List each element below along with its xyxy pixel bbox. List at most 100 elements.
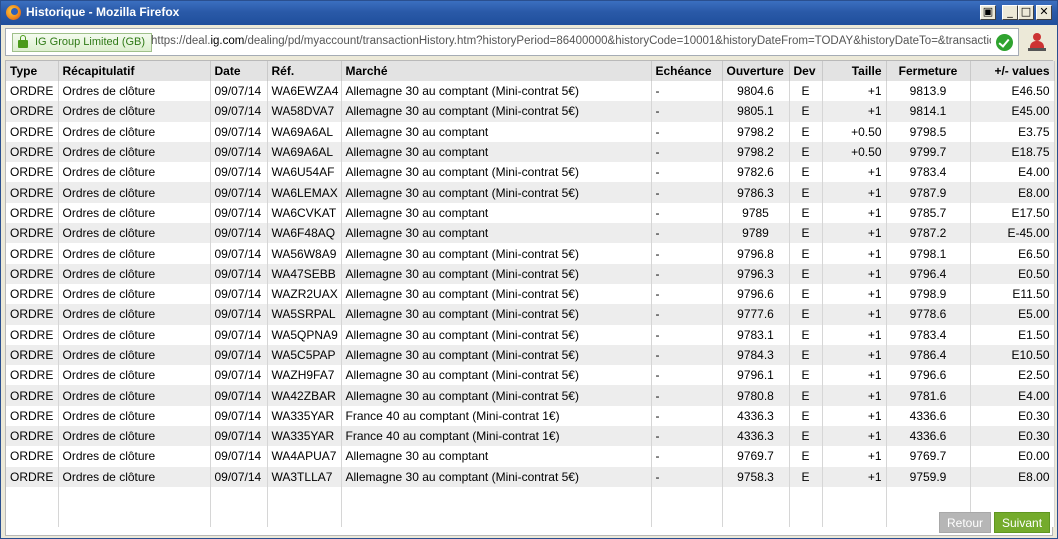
maximize-button[interactable]: □ <box>1018 5 1034 20</box>
table-row[interactable]: ORDRE Ordres de clôture 09/07/14 WA335YAR Fr… <box>6 405 1055 427</box>
table-cell: WA58DVA7 <box>267 101 342 122</box>
column-header[interactable]: Echéance <box>651 61 723 81</box>
table-cell: Ordres de clôture <box>58 141 211 163</box>
table-cell: Ordres de clôture <box>58 283 211 305</box>
table-cell: 9798.2 <box>722 121 790 142</box>
table-cell: E <box>789 283 823 305</box>
table-cell: +1 <box>822 182 887 203</box>
table-cell: 9777.6 <box>722 304 790 325</box>
empty-cell <box>58 486 211 527</box>
table-cell: - <box>651 466 723 487</box>
table-cell: - <box>651 121 723 142</box>
table-cell: Allemagne 30 au comptant <box>341 446 652 467</box>
column-header[interactable]: Type <box>6 61 59 81</box>
table-row[interactable]: ORDRE Ordres de clôture 09/07/14 WA335YAR Fr… <box>6 426 1055 447</box>
table-cell: ORDRE <box>6 426 59 447</box>
table-row[interactable]: ORDRE Ordres de clôture 09/07/14 WA6EWZA4 Al… <box>6 81 1055 102</box>
table-row[interactable]: ORDRE Ordres de clôture 09/07/14 WA56W8A9 Al… <box>6 243 1055 264</box>
table-cell: 09/07/14 <box>210 365 268 386</box>
table-row[interactable]: ORDRE Ordres de clôture 09/07/14 WA5QPNA9 Al… <box>6 324 1055 345</box>
table-row[interactable]: ORDRE Ordres de clôture 09/07/14 WA69A6AL Al… <box>6 141 1055 163</box>
column-header[interactable]: Marché <box>341 61 652 81</box>
table-cell: E <box>789 324 823 345</box>
column-header[interactable]: Ouverture <box>722 61 790 81</box>
column-header[interactable]: Taille <box>822 61 887 81</box>
column-header[interactable]: Date <box>210 61 268 81</box>
table-row[interactable]: ORDRE Ordres de clôture 09/07/14 WA5C5PAP Al… <box>6 344 1055 366</box>
url-text[interactable]: https://deal.ig.com/dealing/pd/myaccount… <box>151 35 991 47</box>
table-row[interactable]: ORDRE Ordres de clôture 09/07/14 WA6CVKAT Al… <box>6 202 1055 224</box>
table-row[interactable]: ORDRE Ordres de clôture 09/07/14 WA6F48AQ Al… <box>6 223 1055 244</box>
table-cell: WA69A6AL <box>267 121 342 142</box>
table-cell: E3.75 <box>970 121 1055 142</box>
table-cell: 09/07/14 <box>210 202 268 224</box>
table-cell: 9814.1 <box>886 101 971 122</box>
retour-button[interactable]: Retour <box>939 512 992 533</box>
verified-check-icon[interactable] <box>996 34 1013 51</box>
table-cell: E <box>789 162 823 183</box>
empty-cell <box>267 486 342 527</box>
table-cell: E10.50 <box>970 344 1055 366</box>
table-cell: 9780.8 <box>722 385 790 406</box>
table-row[interactable]: ORDRE Ordres de clôture 09/07/14 WA69A6AL Al… <box>6 121 1055 142</box>
table-cell: WA335YAR <box>267 405 342 427</box>
table-cell: E17.50 <box>970 202 1055 224</box>
close-button[interactable]: ✕ <box>1036 5 1052 20</box>
table-cell: WA4APUA7 <box>267 446 342 467</box>
table-row[interactable]: ORDRE Ordres de clôture 09/07/14 WAZR2UAX Al… <box>6 283 1055 305</box>
column-header[interactable]: +/- values <box>970 61 1055 81</box>
table-cell: ORDRE <box>6 243 59 264</box>
table-cell: 4336.3 <box>722 426 790 447</box>
table-row[interactable]: ORDRE Ordres de clôture 09/07/14 WA6U54AF Al… <box>6 162 1055 183</box>
table-row[interactable]: ORDRE Ordres de clôture 09/07/14 WA4APUA7 Al… <box>6 446 1055 467</box>
table-cell: - <box>651 426 723 447</box>
table-cell: ORDRE <box>6 466 59 487</box>
addon-user-icon[interactable] <box>1027 32 1047 52</box>
table-cell: 09/07/14 <box>210 283 268 305</box>
table-cell: 09/07/14 <box>210 121 268 142</box>
table-cell: E <box>789 121 823 142</box>
table-row[interactable]: ORDRE Ordres de clôture 09/07/14 WA5SRPAL Al… <box>6 304 1055 325</box>
table-cell: ORDRE <box>6 283 59 305</box>
table-row[interactable]: ORDRE Ordres de clôture 09/07/14 WA42ZBAR Al… <box>6 385 1055 406</box>
table-row[interactable]: ORDRE Ordres de clôture 09/07/14 WA58DVA7 Al… <box>6 101 1055 122</box>
table-cell: 09/07/14 <box>210 385 268 406</box>
table-row[interactable]: ORDRE Ordres de clôture 09/07/14 WA47SEBB Al… <box>6 263 1055 284</box>
title-bar[interactable]: Historique - Mozilla Firefox ▣ _ □ ✕ <box>1 1 1057 25</box>
table-cell: 09/07/14 <box>210 405 268 427</box>
column-header[interactable]: Récapitulatif <box>58 61 211 81</box>
table-cell: E1.50 <box>970 324 1055 345</box>
table-cell: 9796.4 <box>886 263 971 284</box>
table-cell: WA42ZBAR <box>267 385 342 406</box>
empty-cell <box>822 486 887 527</box>
table-cell: ORDRE <box>6 162 59 183</box>
column-header[interactable]: Dev <box>789 61 823 81</box>
table-cell: Ordres de clôture <box>58 223 211 244</box>
table-cell: +1 <box>822 283 887 305</box>
table-row[interactable]: ORDRE Ordres de clôture 09/07/14 WA6LEMAX Al… <box>6 182 1055 203</box>
table-cell: WA56W8A9 <box>267 243 342 264</box>
minimize-button[interactable]: _ <box>1002 5 1018 20</box>
table-cell: 9798.5 <box>886 121 971 142</box>
table-cell: WA6LEMAX <box>267 182 342 203</box>
table-cell: 9759.9 <box>886 466 971 487</box>
site-identity-button[interactable]: IG Group Limited (GB) <box>12 33 153 52</box>
table-cell: Allemagne 30 au comptant <box>341 141 652 163</box>
table-cell: E45.00 <box>970 101 1055 122</box>
table-cell: +1 <box>822 263 887 284</box>
pin-window-icon[interactable]: ▣ <box>980 5 996 20</box>
table-cell: E0.30 <box>970 405 1055 427</box>
column-header[interactable]: Réf. <box>267 61 342 81</box>
column-header[interactable]: Fermeture <box>886 61 971 81</box>
table-row[interactable]: ORDRE Ordres de clôture 09/07/14 WA3TLLA7 Al… <box>6 466 1055 487</box>
table-cell: - <box>651 223 723 244</box>
table-cell: +1 <box>822 81 887 102</box>
suivant-button[interactable]: Suivant <box>994 512 1051 533</box>
table-cell: WA6CVKAT <box>267 202 342 224</box>
table-cell: ORDRE <box>6 141 59 163</box>
table-cell: 9787.9 <box>886 182 971 203</box>
url-bar[interactable]: IG Group Limited (GB) https://deal.ig.co… <box>5 28 1019 56</box>
table-row[interactable]: ORDRE Ordres de clôture 09/07/14 WAZH9FA7 Al… <box>6 365 1055 386</box>
table-cell: E0.00 <box>970 446 1055 467</box>
table-cell: E <box>789 344 823 366</box>
